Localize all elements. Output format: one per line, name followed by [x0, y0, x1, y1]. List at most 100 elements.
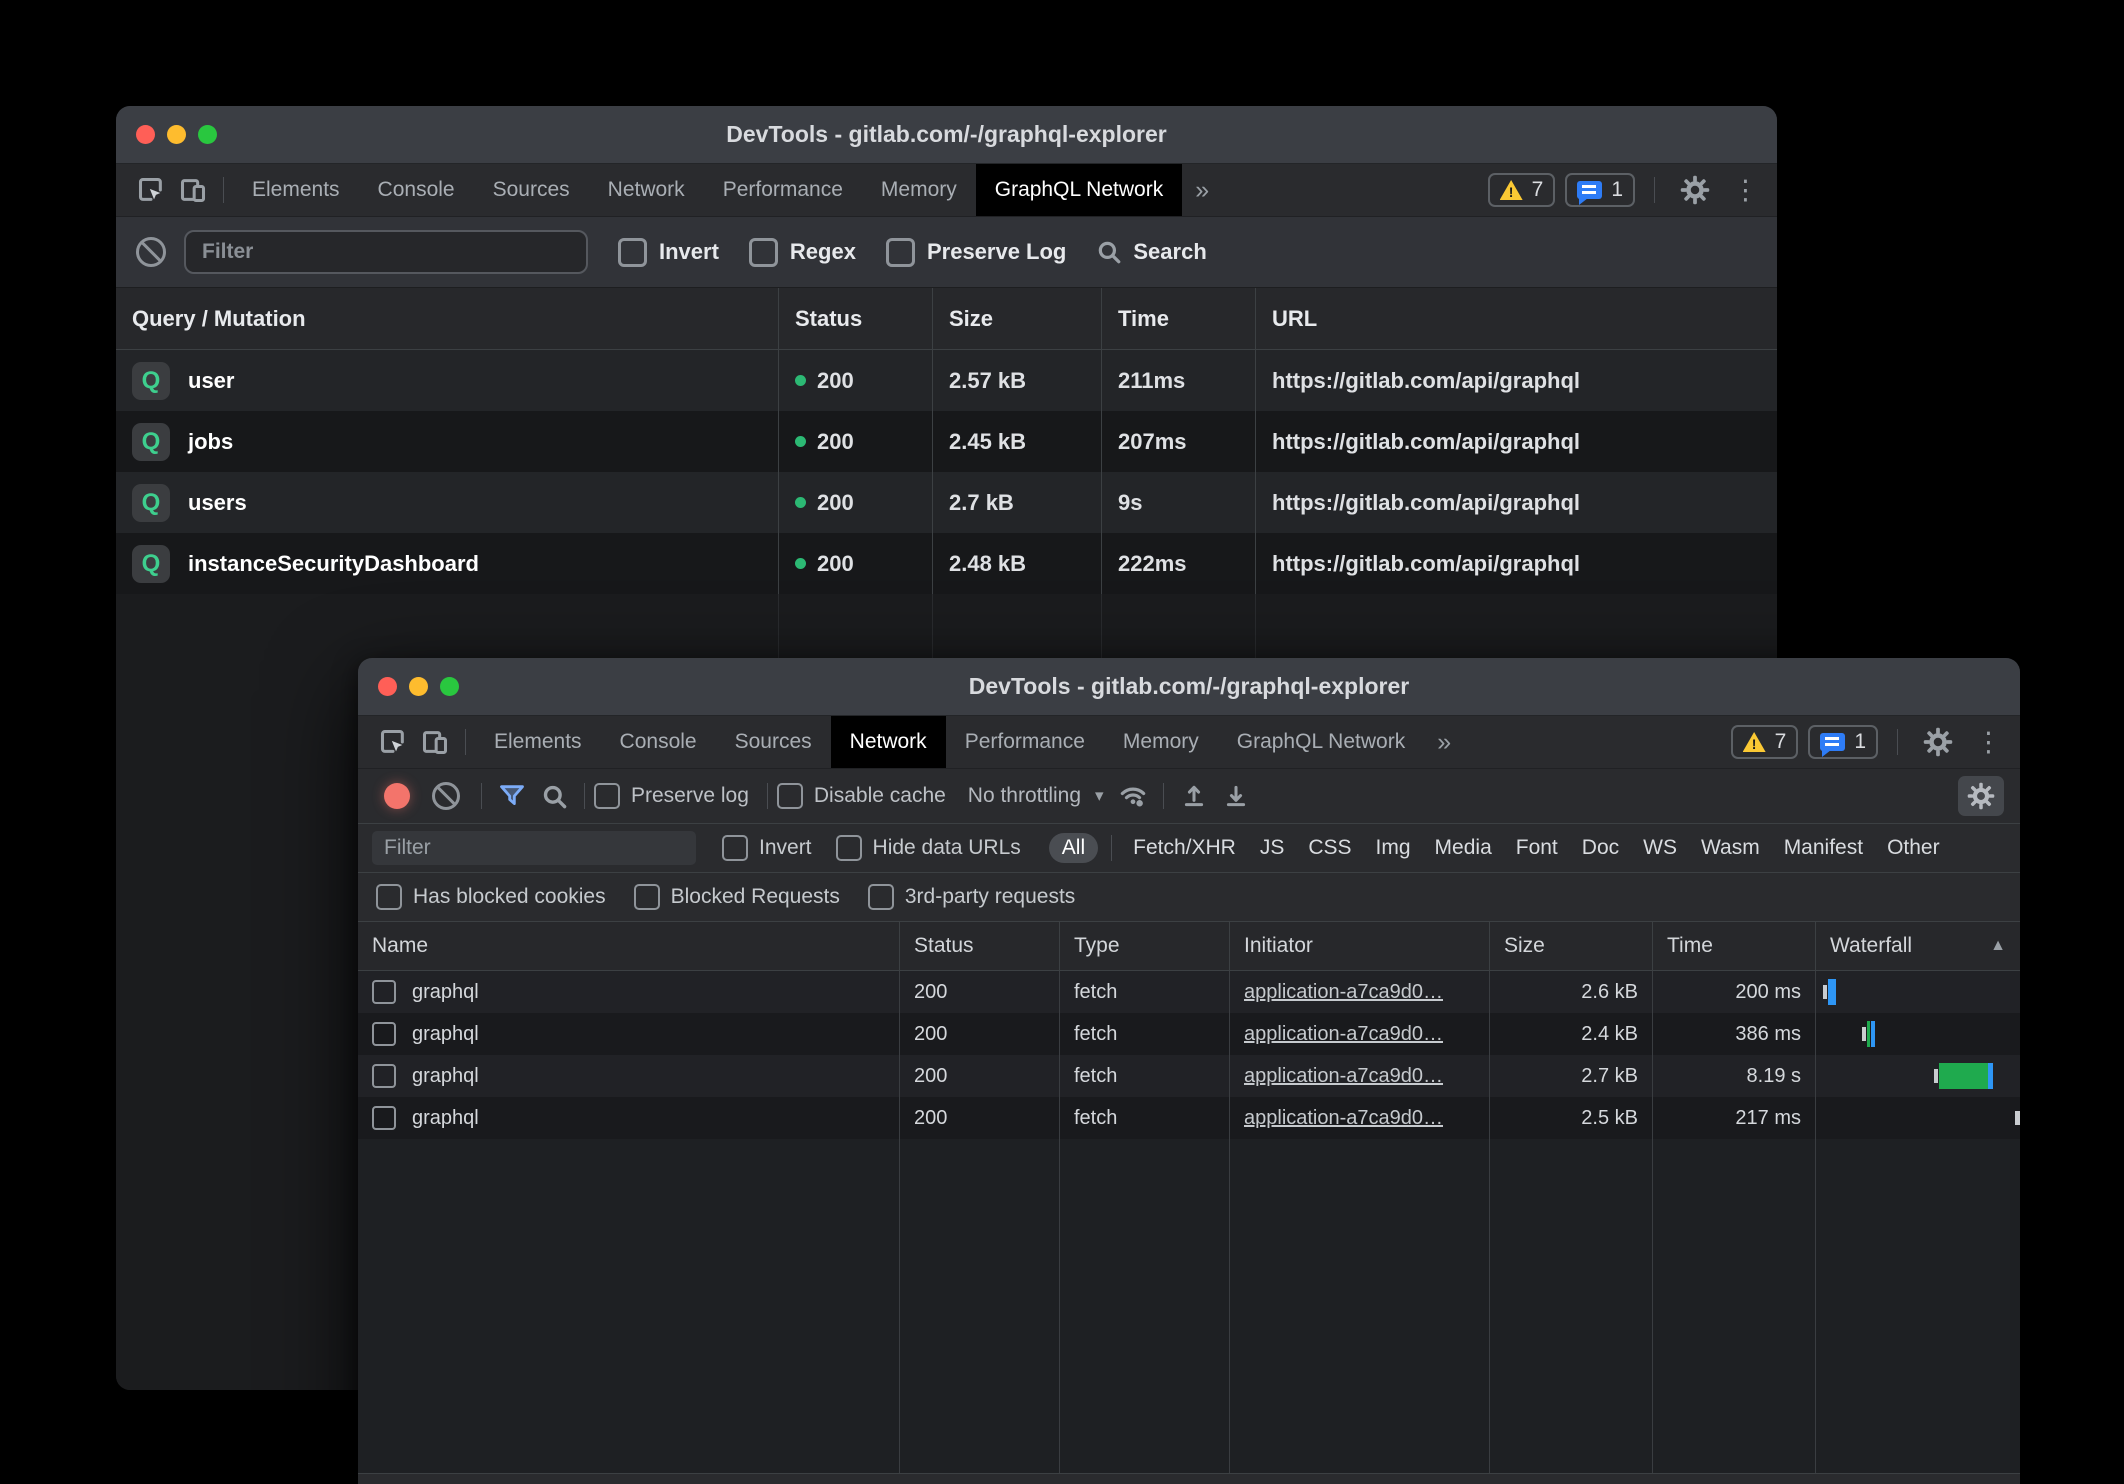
- table-row[interactable]: graphql 200 fetch application-a7ca9d0… 2…: [358, 1097, 2020, 1139]
- messages-badge[interactable]: 1: [1565, 173, 1635, 207]
- zoom-button[interactable]: [198, 125, 217, 144]
- chip-all[interactable]: All: [1049, 833, 1098, 863]
- messages-badge[interactable]: 1: [1808, 725, 1878, 759]
- column-header-size[interactable]: Size: [933, 288, 1102, 349]
- option-3rd-party-requests[interactable]: 3rd-party requests: [868, 884, 1075, 910]
- tab-elements[interactable]: Elements: [475, 716, 601, 768]
- initiator-link[interactable]: application-a7ca9d0…: [1244, 1107, 1443, 1130]
- tab-elements[interactable]: Elements: [233, 164, 359, 216]
- option-checkbox[interactable]: [634, 884, 660, 910]
- tab-memory[interactable]: Memory: [1104, 716, 1218, 768]
- tab-memory[interactable]: Memory: [862, 164, 976, 216]
- column-header-initiator[interactable]: Initiator: [1230, 922, 1490, 970]
- preserve-log-checkbox[interactable]: [886, 238, 915, 267]
- chip-other[interactable]: Other: [1875, 836, 1952, 860]
- device-toolbar-icon[interactable]: [172, 171, 214, 209]
- chip-wasm[interactable]: Wasm: [1689, 836, 1772, 860]
- disable-cache-checkbox[interactable]: [777, 783, 803, 809]
- tab-console[interactable]: Console: [601, 716, 716, 768]
- row-checkbox[interactable]: [372, 980, 396, 1004]
- import-har-icon[interactable]: [1173, 777, 1215, 815]
- network-settings-gear[interactable]: [1958, 776, 2004, 816]
- settings-gear-icon[interactable]: [1674, 171, 1716, 209]
- record-button[interactable]: [384, 783, 410, 809]
- minimize-button[interactable]: [409, 677, 428, 696]
- network-conditions-icon[interactable]: [1112, 777, 1154, 815]
- preserve-log-option[interactable]: Preserve Log: [886, 238, 1066, 267]
- chip-media[interactable]: Media: [1423, 836, 1504, 860]
- table-row[interactable]: graphql 200 fetch application-a7ca9d0… 2…: [358, 1013, 2020, 1055]
- more-tabs-icon[interactable]: »: [1182, 176, 1220, 205]
- filter-funnel-icon[interactable]: [491, 777, 533, 815]
- inspect-element-icon[interactable]: [372, 723, 414, 761]
- tab-network[interactable]: Network: [831, 716, 946, 768]
- tab-performance[interactable]: Performance: [704, 164, 862, 216]
- initiator-link[interactable]: application-a7ca9d0…: [1244, 1023, 1443, 1046]
- option-blocked-requests[interactable]: Blocked Requests: [634, 884, 840, 910]
- row-checkbox[interactable]: [372, 1064, 396, 1088]
- clear-icon[interactable]: [432, 782, 460, 810]
- chip-font[interactable]: Font: [1504, 836, 1570, 860]
- column-header-size[interactable]: Size: [1490, 922, 1653, 970]
- more-tabs-icon[interactable]: »: [1424, 728, 1462, 757]
- option-checkbox[interactable]: [868, 884, 894, 910]
- tab-sources[interactable]: Sources: [716, 716, 831, 768]
- tab-performance[interactable]: Performance: [946, 716, 1104, 768]
- search-icon[interactable]: [533, 777, 575, 815]
- kebab-menu-icon[interactable]: ⋮: [1969, 729, 2008, 756]
- preserve-log-checkbox[interactable]: [594, 783, 620, 809]
- table-row[interactable]: Qusers 200 2.7 kB 9s https://gitlab.com/…: [116, 472, 1777, 533]
- settings-gear-icon[interactable]: [1917, 723, 1959, 761]
- chip-js[interactable]: JS: [1248, 836, 1297, 860]
- minimize-button[interactable]: [167, 125, 186, 144]
- column-header-time[interactable]: Time: [1653, 922, 1816, 970]
- inspect-element-icon[interactable]: [130, 171, 172, 209]
- table-row[interactable]: graphql 200 fetch application-a7ca9d0… 2…: [358, 971, 2020, 1013]
- clear-icon[interactable]: [136, 237, 166, 267]
- chip-fetch-xhr[interactable]: Fetch/XHR: [1121, 836, 1248, 860]
- titlebar[interactable]: DevTools - gitlab.com/-/graphql-explorer: [358, 658, 2020, 716]
- chip-img[interactable]: Img: [1364, 836, 1423, 860]
- warnings-badge[interactable]: 7: [1488, 173, 1556, 207]
- tab-console[interactable]: Console: [359, 164, 474, 216]
- invert-option[interactable]: Invert: [722, 835, 812, 861]
- regex-option[interactable]: Regex: [749, 238, 856, 267]
- kebab-menu-icon[interactable]: ⋮: [1726, 177, 1765, 204]
- row-checkbox[interactable]: [372, 1106, 396, 1130]
- chip-doc[interactable]: Doc: [1570, 836, 1631, 860]
- zoom-button[interactable]: [440, 677, 459, 696]
- tab-sources[interactable]: Sources: [474, 164, 589, 216]
- filter-input[interactable]: Filter: [184, 230, 588, 274]
- invert-option[interactable]: Invert: [618, 238, 719, 267]
- warnings-badge[interactable]: 7: [1731, 725, 1799, 759]
- chip-manifest[interactable]: Manifest: [1772, 836, 1875, 860]
- initiator-link[interactable]: application-a7ca9d0…: [1244, 981, 1443, 1004]
- search-control[interactable]: Search: [1096, 239, 1206, 265]
- initiator-link[interactable]: application-a7ca9d0…: [1244, 1065, 1443, 1088]
- table-row[interactable]: QinstanceSecurityDashboard 200 2.48 kB 2…: [116, 533, 1777, 594]
- filter-input[interactable]: Filter: [372, 831, 696, 865]
- column-header-waterfall[interactable]: Waterfall ▲: [1816, 922, 2020, 970]
- throttling-select[interactable]: No throttling ▾: [968, 784, 1104, 808]
- option-has-blocked-cookies[interactable]: Has blocked cookies: [376, 884, 606, 910]
- column-header-status[interactable]: Status: [900, 922, 1060, 970]
- option-checkbox[interactable]: [376, 884, 402, 910]
- tab-network[interactable]: Network: [589, 164, 704, 216]
- disable-cache-option[interactable]: Disable cache: [777, 783, 946, 809]
- column-header-name[interactable]: Name: [358, 922, 900, 970]
- titlebar[interactable]: DevTools - gitlab.com/-/graphql-explorer: [116, 106, 1777, 164]
- export-har-icon[interactable]: [1215, 777, 1257, 815]
- hide-data-urls-option[interactable]: Hide data URLs: [836, 835, 1021, 861]
- hide-data-urls-checkbox[interactable]: [836, 835, 862, 861]
- chip-ws[interactable]: WS: [1631, 836, 1689, 860]
- column-header-query[interactable]: Query / Mutation: [116, 288, 779, 349]
- column-header-url[interactable]: URL: [1256, 288, 1777, 349]
- close-button[interactable]: [378, 677, 397, 696]
- chip-css[interactable]: CSS: [1296, 836, 1363, 860]
- regex-checkbox[interactable]: [749, 238, 778, 267]
- preserve-log-option[interactable]: Preserve log: [594, 783, 749, 809]
- table-row[interactable]: graphql 200 fetch application-a7ca9d0… 2…: [358, 1055, 2020, 1097]
- table-row[interactable]: Qjobs 200 2.45 kB 207ms https://gitlab.c…: [116, 411, 1777, 472]
- column-header-time[interactable]: Time: [1102, 288, 1256, 349]
- device-toolbar-icon[interactable]: [414, 723, 456, 761]
